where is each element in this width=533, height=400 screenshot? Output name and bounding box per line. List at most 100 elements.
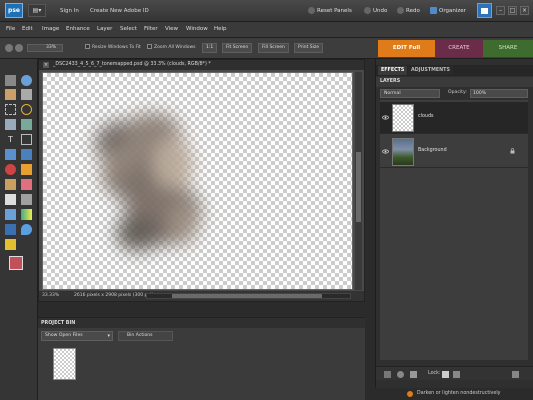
menu-enhance[interactable]: Enhance [66, 26, 90, 32]
lock-transparent-icon[interactable] [442, 371, 449, 378]
menu-layer[interactable]: Layer [97, 26, 112, 32]
lock-all-icon[interactable] [453, 371, 460, 378]
blur-tool-icon[interactable] [21, 224, 32, 235]
eyedropper-tool-icon[interactable] [21, 89, 32, 100]
application-title-bar: pse ▤▾ Sign In Create New Adobe ID Reset… [0, 0, 533, 22]
foreground-color-swatch[interactable] [9, 256, 23, 270]
close-document-icon[interactable]: × [43, 62, 49, 68]
home-icon[interactable] [477, 3, 492, 18]
create-adobe-id-link[interactable]: Create New Adobe ID [90, 8, 149, 14]
zoom-out-icon[interactable] [15, 44, 23, 52]
workspace-menu-button[interactable]: ▤▾ [28, 4, 46, 17]
layer-row-clouds[interactable]: clouds [380, 102, 528, 134]
magic-wand-tool-icon[interactable] [5, 119, 16, 130]
share-mode-tab[interactable]: SHARE [483, 40, 533, 57]
spot-healing-tool-icon[interactable] [21, 164, 32, 175]
print-size-button[interactable]: Print Size [294, 43, 324, 53]
hint-text: Darken or lighten nondestructively [417, 391, 501, 396]
checkbox-icon [85, 44, 90, 49]
menu-edit[interactable]: Edit [22, 26, 33, 32]
open-file-thumbnail[interactable] [53, 348, 76, 380]
organizer-button[interactable]: Organizer [430, 5, 466, 17]
vertical-scroll-thumb[interactable] [356, 152, 361, 222]
crop-tool-icon[interactable] [21, 134, 32, 145]
zoom-in-icon[interactable] [5, 44, 13, 52]
blend-mode-dropdown[interactable]: Normal [380, 89, 440, 98]
image-canvas[interactable] [42, 72, 353, 290]
menu-file[interactable]: File [6, 26, 15, 32]
zoom-level: 33.33% [42, 293, 60, 298]
close-button[interactable]: × [520, 6, 529, 15]
maximize-button[interactable]: □ [508, 6, 517, 15]
layer-row-background[interactable]: Background [380, 136, 528, 168]
project-bin-header: PROJECT BIN [38, 318, 365, 328]
paint-bucket-tool-icon[interactable] [5, 209, 16, 220]
zoom-value-field[interactable]: 33% [27, 44, 63, 52]
vertical-scrollbar[interactable] [355, 72, 362, 290]
new-layer-icon[interactable] [384, 371, 391, 378]
menu-view[interactable]: View [165, 26, 178, 32]
sponge-tool-icon[interactable] [5, 239, 16, 250]
move-tool-icon[interactable] [5, 75, 16, 86]
lock-icon [510, 148, 515, 154]
opacity-field[interactable]: 100% [470, 89, 528, 98]
eraser-tool-icon[interactable] [21, 179, 32, 190]
layer-mask-icon[interactable] [410, 371, 417, 378]
sign-in-link[interactable]: Sign In [60, 8, 79, 14]
create-mode-tab[interactable]: CREATE [435, 40, 483, 57]
eye-icon[interactable] [382, 114, 389, 121]
zoom-all-windows-checkbox[interactable]: Zoom All Windows [147, 44, 196, 50]
shape-tool-icon[interactable] [5, 224, 16, 235]
menu-help[interactable]: Help [214, 26, 227, 32]
cookie-cutter-tool-icon[interactable] [5, 149, 16, 160]
lasso-tool-icon[interactable] [21, 104, 32, 115]
menu-select[interactable]: Select [120, 26, 137, 32]
edit-mode-tab[interactable]: EDIT Full [378, 40, 435, 57]
red-eye-tool-icon[interactable] [5, 164, 16, 175]
quick-selection-tool-icon[interactable] [21, 119, 32, 130]
gradient-tool-icon[interactable] [21, 209, 32, 220]
horizontal-scroll-thumb[interactable] [172, 294, 322, 298]
tab-effects[interactable]: EFFECTS [378, 66, 408, 75]
brush-tool-icon[interactable] [5, 194, 16, 205]
lock-label: Lock: [428, 371, 441, 376]
trash-icon[interactable] [512, 371, 519, 378]
layer-list: clouds Background [380, 100, 528, 360]
redo-icon [397, 7, 404, 14]
straighten-tool-icon[interactable] [21, 149, 32, 160]
menu-bar: File Edit Image Enhance Layer Select Fil… [0, 22, 533, 38]
smart-brush-tool-icon[interactable] [21, 194, 32, 205]
menu-filter[interactable]: Filter [144, 26, 158, 32]
fit-screen-button[interactable]: Fit Screen [222, 43, 253, 53]
menu-window[interactable]: Window [186, 26, 208, 32]
fill-screen-button[interactable]: Fill Screen [258, 43, 289, 53]
redo-button[interactable]: Redo [397, 5, 420, 17]
horizontal-scrollbar[interactable] [146, 293, 351, 299]
adjustment-layer-icon[interactable] [397, 371, 404, 378]
minimize-button[interactable]: – [496, 6, 505, 15]
undo-button[interactable]: Undo [364, 5, 387, 17]
hand-tool-icon[interactable] [5, 89, 16, 100]
toolbox: T [0, 59, 38, 400]
document-tab[interactable]: × _DSC2433_4_5_6_7_tonemapped.psd @ 33.3… [39, 60, 364, 70]
marquee-tool-icon[interactable] [5, 104, 16, 115]
clone-stamp-tool-icon[interactable] [5, 179, 16, 190]
project-bin-title: PROJECT BIN [41, 321, 76, 326]
reset-icon [308, 7, 315, 14]
zoom-tool-icon[interactable] [21, 75, 32, 86]
actual-pixels-button[interactable]: 1:1 [202, 43, 218, 53]
tab-adjustments[interactable]: ADJUSTMENTS [408, 66, 453, 75]
bin-actions-menu[interactable]: Bin Actions [118, 331, 173, 341]
cloud-layer-image [95, 113, 201, 251]
layers-panel-footer: Lock: [376, 366, 533, 380]
layer-name: clouds [418, 114, 434, 119]
type-tool-icon[interactable]: T [5, 134, 16, 145]
show-files-dropdown[interactable]: Show Open Files [41, 331, 113, 341]
eye-icon[interactable] [382, 148, 389, 155]
reset-panels-button[interactable]: Reset Panels [308, 5, 352, 17]
document-status-bar: 33.33% 2616 pixels x 2908 pixels (300 pp… [39, 291, 364, 301]
document-dimensions: 2616 pixels x 2908 pixels (300 ppi) [74, 293, 154, 298]
opacity-label: Opacity: [448, 90, 467, 95]
menu-image[interactable]: Image [42, 26, 59, 32]
resize-windows-checkbox[interactable]: Resize Windows To Fit [85, 44, 141, 50]
